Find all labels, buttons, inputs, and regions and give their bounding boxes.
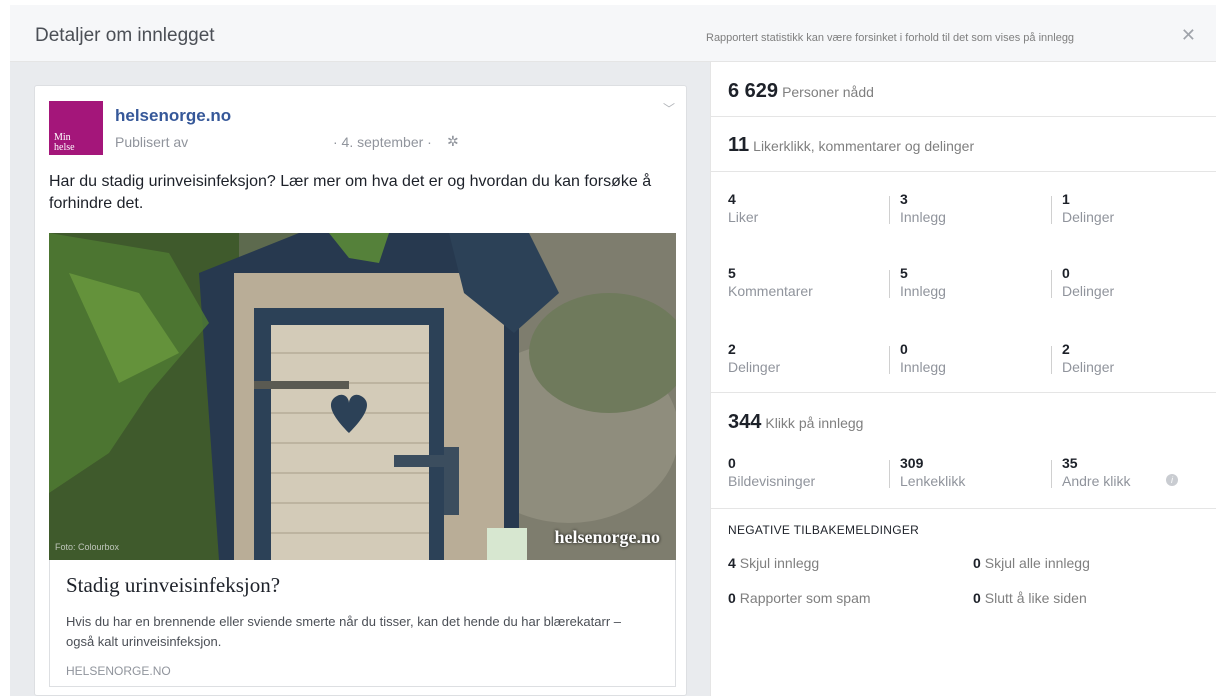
stat-num: 35 (1062, 455, 1078, 471)
stat-num: 5 (728, 265, 736, 281)
stat-num: 0 (728, 455, 736, 471)
link-description: Hvis du har en brennende eller sviende s… (66, 614, 621, 649)
close-icon[interactable]: ✕ (1181, 25, 1196, 46)
stat-num: 4 (728, 191, 736, 207)
stat-num: 2 (728, 341, 736, 357)
stat-label: Innlegg (900, 359, 946, 375)
neg-hide-all: 0 Skjul alle innlegg (973, 555, 1090, 571)
stat-label: Liker (728, 209, 759, 225)
neg-report-spam: 0 Rapporter som spam (728, 590, 871, 606)
dialog-title: Detaljer om innlegget (35, 25, 215, 46)
separator (889, 346, 890, 374)
stats-panel: 6 629 Personer nådd 11 Likerklikk, komment… (710, 62, 1216, 696)
avatar-text-2: helse (54, 142, 75, 153)
stat-likes: 4 Liker (728, 191, 888, 225)
published-by: Publisert av (115, 134, 189, 150)
stat-label: Lenkeklikk (900, 473, 966, 489)
stat-shares-post: 0 Innlegg (900, 341, 1060, 375)
neg-unlike-page: 0 Slutt å like siden (973, 590, 1087, 606)
stat-num: 2 (1062, 341, 1070, 357)
stat-label: Bildevisninger (728, 473, 816, 489)
stat-num: 3 (900, 191, 908, 207)
stat-num: 309 (900, 455, 924, 471)
stat-likes-post: 3 Innlegg (900, 191, 1060, 225)
separator (1051, 196, 1052, 224)
neg-num: 4 (728, 555, 736, 571)
link-domain: HELSENORGE.NO (66, 664, 171, 678)
stat-shares: 2 Delinger (728, 341, 888, 375)
stat-label: Innlegg (900, 209, 946, 225)
stat-label: Delinger (728, 359, 781, 375)
stat-shares-shares: 2 Delinger (1062, 341, 1216, 375)
stat-other-clicks: 35 Andre klikk i (1062, 455, 1216, 489)
audience-gear-icon[interactable]: ✲ (447, 133, 459, 150)
separator (889, 460, 890, 488)
stat-link-clicks: 309 Lenkeklikk (900, 455, 1060, 489)
stat-label: Andre klikk (1062, 473, 1131, 489)
stat-num: 0 (900, 341, 908, 357)
reach-label: Personer nådd (782, 84, 874, 100)
chevron-down-icon[interactable]: ﹀ (663, 100, 675, 117)
stat-label: Delinger (1062, 209, 1115, 225)
neg-num: 0 (973, 555, 981, 571)
dialog-header: Detaljer om innlegget Rapportert statist… (10, 5, 1216, 62)
separator (889, 270, 890, 298)
engagement-value: 11 (728, 134, 750, 156)
post-card: Min helse helsenorge.no Publisert av · 4.… (34, 85, 687, 696)
link-title[interactable]: Stadig urinveisinfeksjon? (66, 573, 280, 598)
reach-row: 6 629 Personer nådd (728, 80, 874, 103)
divider (711, 171, 1216, 172)
neg-label: Slutt å like siden (984, 590, 1087, 606)
outhouse-photo (49, 233, 676, 560)
separator (1051, 346, 1052, 374)
neg-label: Skjul innlegg (739, 555, 820, 571)
stat-likes-shares: 1 Delinger (1062, 191, 1216, 225)
image-credit: Foto: Colourbox (55, 542, 120, 552)
engagement-label: Likerklikk, kommentarer og delinger (753, 138, 975, 154)
delay-note: Rapportert statistikk kan være forsinket… (706, 32, 1075, 44)
stat-label: Delinger (1062, 359, 1115, 375)
stat-num: 1 (1062, 191, 1070, 207)
separator (1051, 460, 1052, 488)
separator (889, 196, 890, 224)
neg-label: Rapporter som spam (739, 590, 871, 606)
stat-label: Innlegg (900, 283, 946, 299)
stat-num: 0 (1062, 265, 1070, 281)
stat-label: Kommentarer (728, 283, 813, 299)
post-preview-pane: Min helse helsenorge.no Publisert av · 4.… (10, 62, 710, 696)
neg-num: 0 (973, 590, 981, 606)
stat-comments-post: 5 Innlegg (900, 265, 1060, 299)
stat-comments: 5 Kommentarer (728, 265, 888, 299)
negative-feedback-heading: NEGATIVE TILBAKEMELDINGER (728, 523, 920, 537)
image-watermark: helsenorge.no (554, 527, 661, 547)
divider (711, 508, 1216, 509)
link-preview[interactable]: Stadig urinveisinfeksjon? Hvis du har en… (49, 560, 676, 687)
clicks-label: Klikk på innlegg (765, 415, 864, 431)
stat-photo-views: 0 Bildevisninger (728, 455, 888, 489)
reach-value: 6 629 (728, 80, 779, 102)
stat-comments-shares: 0 Delinger (1062, 265, 1216, 299)
stat-label: Delinger (1062, 283, 1115, 299)
post-date[interactable]: · 4. september · (333, 134, 432, 150)
post-image[interactable]: helsenorge.no Foto: Colourbox (49, 233, 676, 560)
clicks-value: 344 (728, 411, 762, 433)
neg-label: Skjul alle innlegg (984, 555, 1090, 571)
divider (711, 116, 1216, 117)
post-text: Har du stadig urinveisinfeksjon? Lær mer… (49, 173, 652, 212)
engagement-row: 11 Likerklikk, kommentarer og delinger (728, 134, 974, 157)
page-avatar[interactable]: Min helse (49, 101, 103, 155)
neg-hide-post: 4 Skjul innlegg (728, 555, 819, 571)
page-name-link[interactable]: helsenorge.no (115, 106, 231, 126)
divider (711, 392, 1216, 393)
info-icon[interactable]: i (1166, 474, 1178, 486)
separator (1051, 270, 1052, 298)
stat-num: 5 (900, 265, 908, 281)
clicks-row: 344 Klikk på innlegg (728, 411, 863, 434)
neg-num: 0 (728, 590, 736, 606)
